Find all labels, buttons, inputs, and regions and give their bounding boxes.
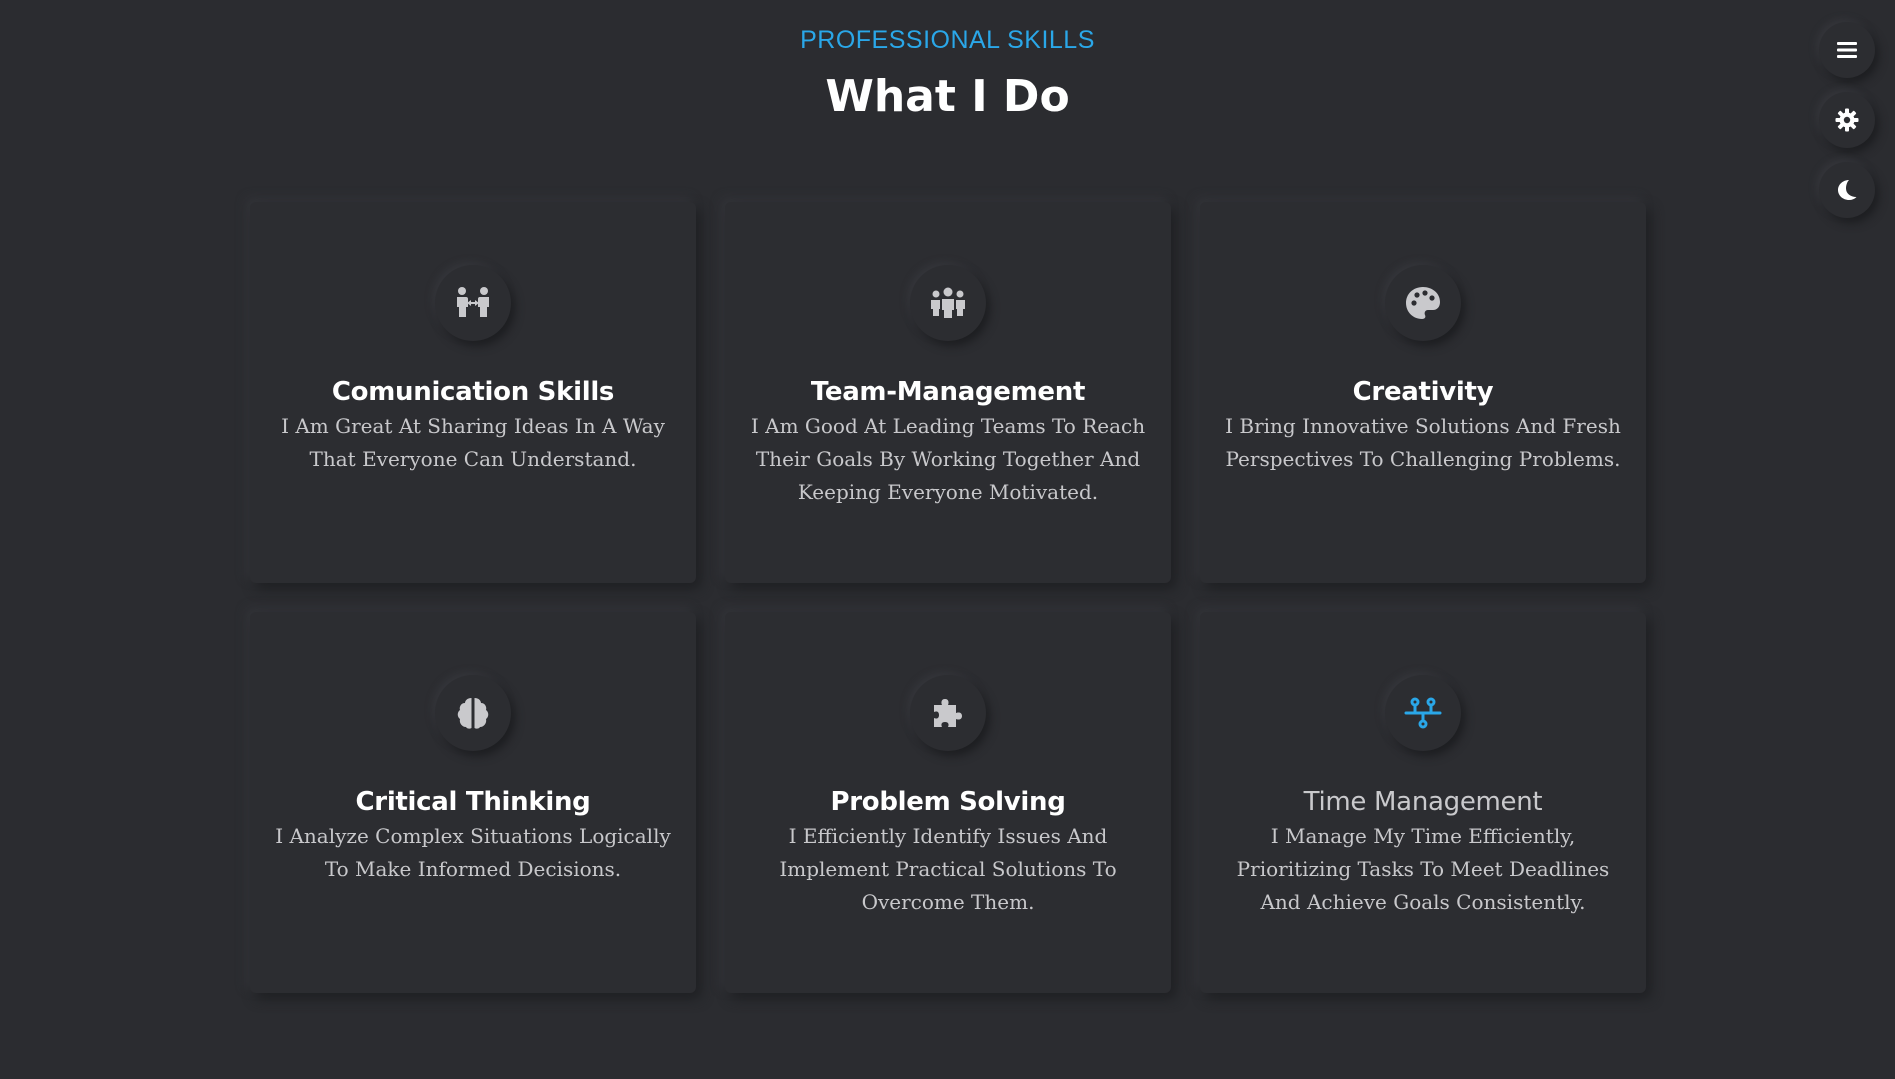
palette-icon — [1406, 287, 1440, 319]
skill-icon-container — [910, 675, 986, 751]
skill-icon-container — [1385, 675, 1461, 751]
skill-title: Problem Solving — [830, 787, 1066, 817]
section-title: What I Do — [825, 71, 1070, 122]
section-subtitle: PROFESSIONAL SKILLS — [800, 26, 1095, 54]
settings-button[interactable] — [1819, 92, 1875, 148]
theme-toggle-button[interactable] — [1819, 162, 1875, 218]
section-header: PROFESSIONAL SKILLS What I Do — [0, 24, 1895, 122]
skill-icon-container — [910, 265, 986, 341]
skills-grid: Comunication Skills I Am Great At Sharin… — [250, 202, 1648, 993]
skill-description: I Analyze Complex Situations Logically T… — [275, 824, 671, 881]
page: PROFESSIONAL SKILLS What I Do Comunicati… — [0, 0, 1895, 1079]
skill-card-communication[interactable]: Comunication Skills I Am Great At Sharin… — [250, 202, 696, 583]
skill-card-problem-solving[interactable]: Problem Solving I Efficiently Identify I… — [725, 612, 1171, 993]
skill-icon-container — [435, 675, 511, 751]
people-arrows-icon — [457, 287, 489, 317]
gear-icon — [1835, 108, 1859, 132]
skill-icon-container — [435, 265, 511, 341]
skill-card-creativity[interactable]: Creativity I Bring Innovative Solutions … — [1200, 202, 1646, 583]
puzzle-piece-icon — [934, 699, 962, 727]
skill-description: I Efficiently Identify Issues And Implem… — [779, 824, 1117, 914]
timeline-icon — [1404, 697, 1442, 729]
skill-description: I Bring Innovative Solutions And Fresh P… — [1225, 414, 1621, 471]
skill-title: Creativity — [1352, 377, 1494, 407]
skill-description: I Am Great At Sharing Ideas In A Way Tha… — [281, 414, 665, 471]
skill-description: I Am Good At Leading Teams To Reach Thei… — [750, 414, 1146, 504]
menu-button[interactable] — [1819, 22, 1875, 78]
skill-card-time-management[interactable]: Time Management I Manage My Time Efficie… — [1200, 612, 1646, 993]
people-group-icon — [931, 287, 965, 318]
skill-description: I Manage My Time Efficiently, Prioritizi… — [1236, 824, 1610, 914]
skill-title: Time Management — [1303, 787, 1543, 817]
skill-title: Team-Management — [810, 377, 1086, 407]
floating-controls — [1819, 22, 1875, 232]
skill-title: Critical Thinking — [355, 787, 591, 817]
skill-card-critical-thinking[interactable]: Critical Thinking I Analyze Complex Situ… — [250, 612, 696, 993]
skill-card-team-management[interactable]: Team-Management I Am Good At Leading Tea… — [725, 202, 1171, 583]
menu-icon — [1837, 42, 1857, 58]
moon-icon — [1838, 180, 1857, 200]
skill-icon-container — [1385, 265, 1461, 341]
skill-title: Comunication Skills — [331, 377, 615, 407]
brain-icon — [457, 698, 489, 729]
